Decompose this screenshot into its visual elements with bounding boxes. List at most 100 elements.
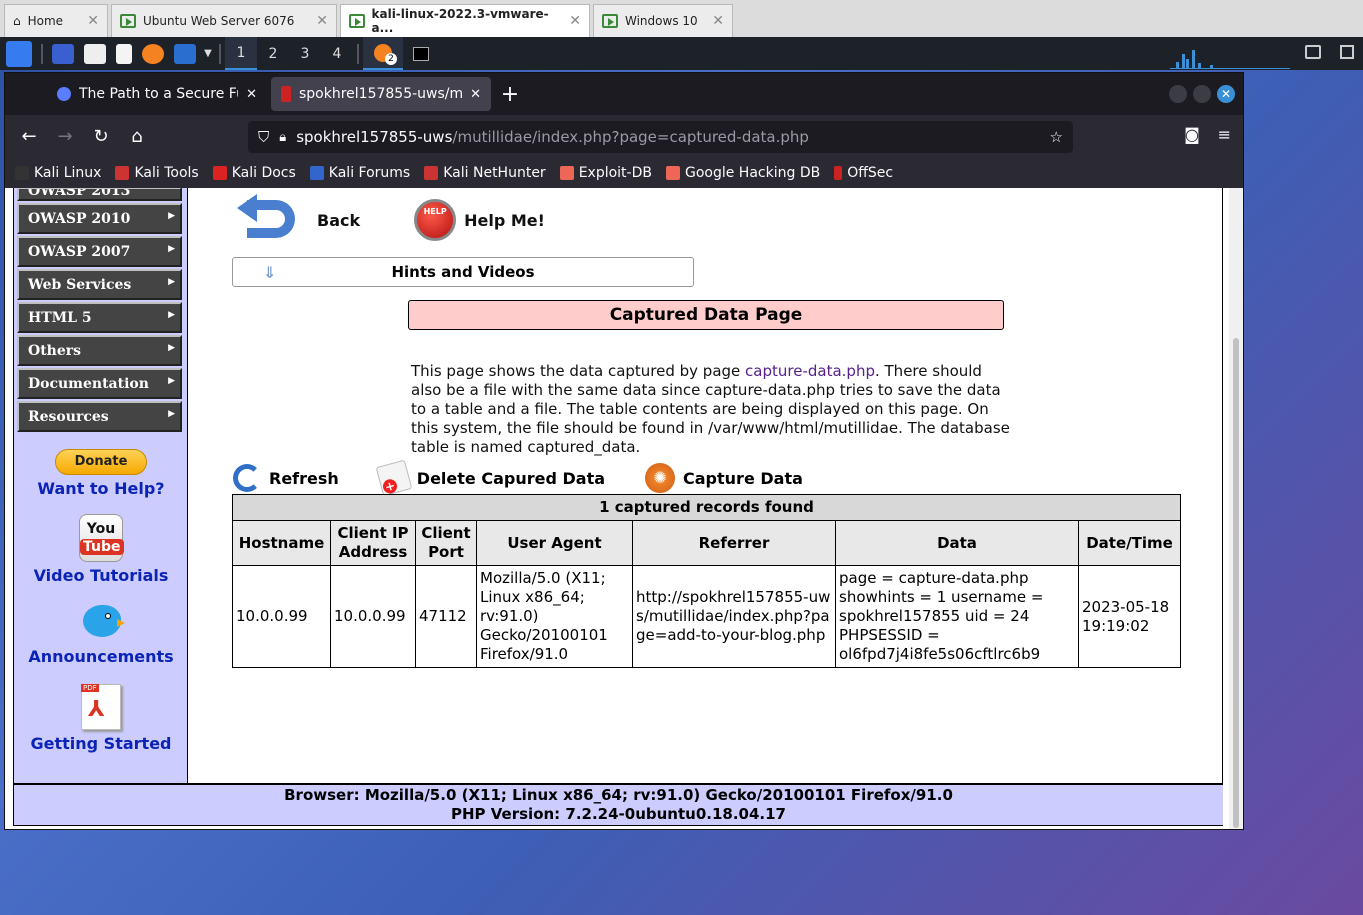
capture-data-link[interactable]: capture-data.php xyxy=(745,362,875,380)
triangle-right-icon: ▶ xyxy=(168,244,175,254)
cpu-graph xyxy=(1170,49,1290,69)
lock-icon[interactable]: 🔒︎ xyxy=(279,130,286,145)
display-icon[interactable] xyxy=(1305,45,1321,59)
workspace-3[interactable]: 3 xyxy=(289,37,321,70)
top-actions: Back HELP Help Me! xyxy=(237,192,545,248)
browser-tab-2[interactable]: spokhrel157855-uws/mut ✕ xyxy=(271,77,491,111)
column-header: Referrer xyxy=(632,520,836,566)
new-tab-button[interactable]: + xyxy=(495,82,525,107)
capture-data-button[interactable]: ✺ Capture Data xyxy=(645,463,803,493)
menu-item-web-services[interactable]: Web Services ▶ xyxy=(17,269,182,300)
chevron-down-icon[interactable]: ▼ xyxy=(201,37,215,70)
pocket-icon[interactable]: ◙ xyxy=(1184,125,1200,144)
bookmark-ghdb[interactable]: Google Hacking DB xyxy=(665,165,820,181)
host-tab-windows[interactable]: Windows 10 ✕ xyxy=(593,4,733,37)
page-scrollbar[interactable] xyxy=(1229,188,1243,829)
workspace-1[interactable]: 1 xyxy=(225,37,257,70)
host-tab-home[interactable]: ⌂ Home ✕ xyxy=(4,4,108,37)
bookmark-kali-tools[interactable]: Kali Tools xyxy=(115,165,199,181)
offsec-icon xyxy=(834,165,843,180)
vm-icon xyxy=(602,14,618,28)
menu-item-others[interactable]: Others ▶ xyxy=(17,335,182,366)
bookmark-exploit-db[interactable]: Exploit-DB xyxy=(559,165,652,181)
triangle-right-icon: ▶ xyxy=(168,211,175,221)
back-link[interactable]: Back xyxy=(317,211,360,230)
host-tab-kali[interactable]: kali-linux-2022.3-vmware-a... ✕ xyxy=(340,4,590,37)
close-icon[interactable]: ✕ xyxy=(246,87,257,102)
announcements-link[interactable]: Announcements xyxy=(14,647,188,666)
bookmark-kali-nethunter[interactable]: Kali NetHunter xyxy=(424,165,546,181)
kali-menu-icon[interactable] xyxy=(6,40,32,67)
menu-item-owasp-2013[interactable]: OWASP 2013 xyxy=(17,188,182,201)
forward-arrow-icon[interactable]: → xyxy=(49,120,81,152)
youtube-icon[interactable]: You Tube xyxy=(79,514,124,562)
kali-dragon-icon xyxy=(15,165,29,180)
menu-icon[interactable]: ≡ xyxy=(1218,125,1231,144)
host-tab-ubuntu[interactable]: Ubuntu Web Server 6076 ✕ xyxy=(111,4,337,37)
home-icon[interactable]: ⌂ xyxy=(121,120,153,152)
maximize-button[interactable] xyxy=(1193,85,1211,103)
close-icon[interactable]: ✕ xyxy=(87,13,99,29)
refresh-button[interactable]: Refresh xyxy=(233,464,339,492)
help-me-link[interactable]: Help Me! xyxy=(464,211,545,230)
site-favicon-icon xyxy=(57,87,71,101)
twitter-bird-icon[interactable] xyxy=(77,599,125,643)
triangle-right-icon: ▶ xyxy=(168,343,175,353)
network-icon[interactable] xyxy=(1340,45,1354,59)
bookmark-kali-linux[interactable]: Kali Linux xyxy=(15,165,101,181)
menu-item-owasp-2010[interactable]: OWASP 2010 ▶ xyxy=(17,203,182,234)
file-manager-icon[interactable] xyxy=(84,43,106,64)
browser-tab-1[interactable]: The Path to a Secure Futu ✕ xyxy=(47,77,267,111)
menu-item-html5[interactable]: HTML 5 ▶ xyxy=(17,302,182,333)
donate-button[interactable]: Donate xyxy=(55,449,147,475)
close-icon[interactable]: ✕ xyxy=(470,87,481,102)
separator xyxy=(219,43,221,64)
close-icon[interactable]: ✕ xyxy=(316,13,328,29)
cell-client-ip: 10.0.0.99 xyxy=(330,565,416,668)
shield-icon[interactable]: ⛉ xyxy=(258,128,269,146)
column-header: Date/Time xyxy=(1078,520,1181,566)
menu-item-resources[interactable]: Resources ▶ xyxy=(17,401,182,432)
terminal-icon[interactable] xyxy=(174,43,196,64)
scrollbar-thumb[interactable] xyxy=(1233,338,1239,828)
refresh-icon xyxy=(233,464,261,492)
kali-forums-icon xyxy=(309,165,324,180)
workspace-4[interactable]: 4 xyxy=(321,37,353,70)
reload-icon[interactable]: ↻ xyxy=(85,120,117,152)
taskbar-firefox[interactable]: 2 xyxy=(363,37,403,70)
delete-captured-data-button[interactable]: Delete Capured Data xyxy=(375,459,605,497)
text-editor-icon[interactable] xyxy=(116,43,132,64)
captured-data-table: 1 captured records found Hostname Client… xyxy=(232,494,1181,668)
url-bar[interactable]: ⛉ 🔒︎ spokhrel157855-uws/mutillidae/index… xyxy=(248,121,1073,153)
menu-item-owasp-2007[interactable]: OWASP 2007 ▶ xyxy=(17,236,182,267)
close-icon[interactable]: ✕ xyxy=(712,13,724,29)
getting-started-link[interactable]: Getting Started xyxy=(14,734,188,753)
host-tab-bar: ⌂ Home ✕ Ubuntu Web Server 6076 ✕ kali-l… xyxy=(0,0,1363,37)
bookmark-kali-docs[interactable]: Kali Docs xyxy=(212,165,296,181)
help-button-icon[interactable]: HELP xyxy=(414,199,457,241)
hints-and-videos-toggle[interactable]: ⇓ Hints and Videos xyxy=(232,257,694,287)
back-arrow-icon[interactable] xyxy=(237,192,299,248)
tab-title: spokhrel157855-uws/mut xyxy=(299,86,463,102)
want-to-help-link[interactable]: Want to Help? xyxy=(14,479,188,498)
workspace-2[interactable]: 2 xyxy=(257,37,289,70)
url-host: spokhrel157855-uws xyxy=(296,128,453,146)
minimize-button[interactable] xyxy=(1169,85,1187,103)
menu-item-documentation[interactable]: Documentation ▶ xyxy=(17,368,182,399)
back-arrow-icon[interactable]: ← xyxy=(13,120,45,152)
taskbar-terminal[interactable] xyxy=(403,37,439,70)
browser-info: Browser: Mozilla/5.0 (X11; Linux x86_64;… xyxy=(284,786,953,804)
close-window-button[interactable]: ✕ xyxy=(1217,85,1235,103)
vm-icon xyxy=(120,14,136,28)
delete-icon xyxy=(375,459,413,497)
bookmark-kali-forums[interactable]: Kali Forums xyxy=(309,165,410,181)
video-tutorials-link[interactable]: Video Tutorials xyxy=(14,566,188,585)
bookmark-star-icon[interactable]: ☆ xyxy=(1050,128,1063,146)
show-desktop-icon[interactable] xyxy=(52,43,74,64)
bookmark-offsec[interactable]: OffSec xyxy=(834,165,893,181)
firefox-icon[interactable] xyxy=(142,43,164,64)
pdf-icon[interactable]: PDF ⅄ xyxy=(81,684,121,730)
cell-user-agent: Mozilla/5.0 (X11; Linux x86_64; rv:91.0)… xyxy=(476,565,633,668)
table-header-row: Hostname Client IP Address Client Port U… xyxy=(232,520,1181,566)
close-icon[interactable]: ✕ xyxy=(569,13,581,29)
